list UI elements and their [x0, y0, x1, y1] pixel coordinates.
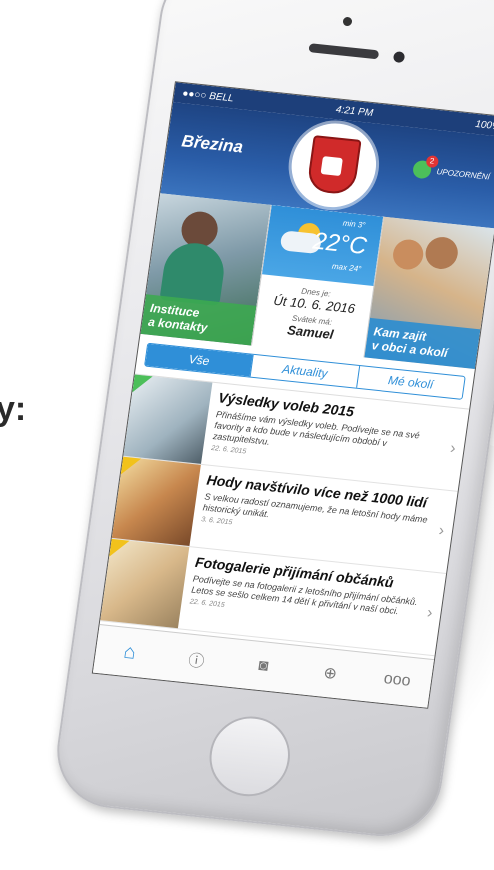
- tile-places[interactable]: Kam zajít v obci a okolí: [364, 216, 494, 370]
- notifications-label: UPOZORNĚNÍ: [436, 166, 491, 182]
- notification-icon: 2: [411, 154, 439, 180]
- home-icon[interactable]: ⌂: [117, 640, 142, 664]
- town-crest[interactable]: [286, 119, 382, 212]
- info-icon[interactable]: ⓘ: [184, 647, 209, 672]
- crest-icon: [306, 135, 362, 196]
- more-icon[interactable]: ooo: [383, 668, 412, 692]
- temp-min: min 3°: [342, 218, 367, 230]
- phone-frame: ●●○○ BELL 4:21 PM 100% Březina 2 UPOZORN…: [49, 0, 494, 843]
- plus-icon[interactable]: ⊕: [318, 661, 343, 685]
- date-panel: Dnes je: Út 10. 6. 2016 Svátek má: Samue…: [254, 274, 373, 345]
- news-list: Výsledky voleb 2015 Přinášíme vám výsled…: [100, 373, 470, 657]
- person-image: [423, 235, 460, 271]
- town-name: Březina: [180, 131, 245, 157]
- front-camera: [392, 51, 406, 64]
- weather-panel: min 3° 22°C max 24°: [262, 205, 383, 286]
- tab-nearby[interactable]: Mé okolí: [355, 365, 465, 399]
- battery-label: 100%: [474, 118, 494, 133]
- news-thumbnail: [123, 374, 213, 464]
- category-corner: [109, 538, 130, 559]
- news-thumbnail: [100, 538, 190, 629]
- front-sensor: [342, 16, 353, 27]
- status-time: 4:21 PM: [335, 103, 374, 119]
- carrier-label: ●●○○ BELL: [181, 87, 235, 104]
- camera-icon[interactable]: ◙: [251, 654, 276, 678]
- person-image: [390, 238, 425, 271]
- tile-places-label: Kam zajít v obci a okolí: [364, 317, 481, 370]
- tab-news[interactable]: Aktuality: [249, 354, 359, 388]
- category-corner: [132, 374, 153, 395]
- home-button[interactable]: [204, 712, 296, 801]
- temp-max: max 24°: [331, 261, 362, 274]
- tile-weather-date[interactable]: min 3° 22°C max 24° Dnes je: Út 10. 6. 2…: [251, 204, 384, 358]
- side-heading: y:: [0, 390, 27, 428]
- tile-institutions-label: Instituce a kontakty: [140, 294, 257, 346]
- tile-institutions[interactable]: Instituce a kontakty: [140, 193, 272, 346]
- app-screen: ●●○○ BELL 4:21 PM 100% Březina 2 UPOZORN…: [91, 81, 494, 709]
- tab-all[interactable]: Vše: [145, 343, 254, 377]
- news-thumbnail: [111, 456, 201, 547]
- notifications-button[interactable]: 2 UPOZORNĚNÍ: [411, 154, 491, 186]
- earpiece: [308, 43, 380, 60]
- temp-current: 22°C: [311, 227, 369, 260]
- category-corner: [120, 456, 142, 477]
